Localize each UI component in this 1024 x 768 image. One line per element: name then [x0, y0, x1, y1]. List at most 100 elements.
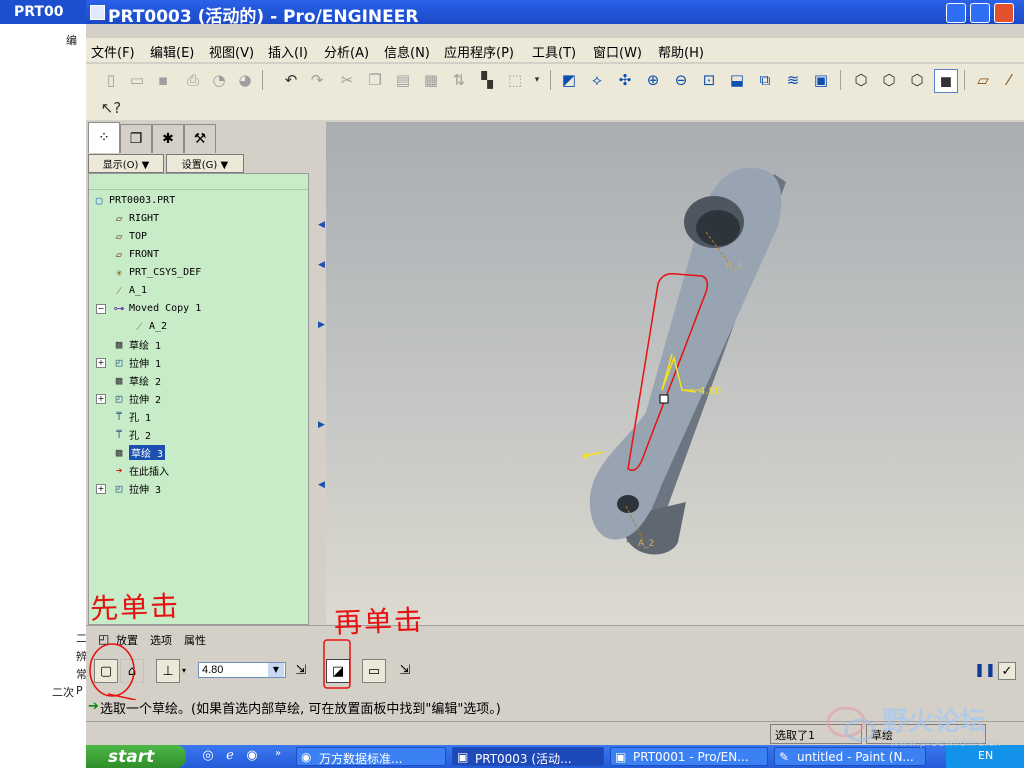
dimension-label[interactable]: 4.80 [699, 386, 721, 397]
menu-help[interactable]: 帮助(H) [658, 42, 704, 61]
maximize-button[interactable] [970, 3, 990, 23]
sketch-view-icon[interactable]: ◩ [558, 69, 580, 91]
undo-icon[interactable]: ↶ [280, 69, 302, 91]
language-indicator[interactable]: EN [978, 749, 993, 762]
no-hidden-icon[interactable]: ⬡ [906, 69, 928, 91]
send2-icon[interactable]: ◕ [234, 69, 256, 91]
taskbar-item-active[interactable]: ▣ PRT0003 (活动... [452, 747, 604, 766]
collapse-arrow-icon[interactable]: ◀ [318, 480, 325, 490]
tree-node-extrude3[interactable]: ◰ 拉伸 3 [111, 480, 161, 497]
firefox-icon[interactable]: ◉ [244, 748, 260, 764]
part-model[interactable]: 4.80 A_1 A_2 [326, 122, 1024, 625]
layers-icon[interactable]: ≋ [782, 69, 804, 91]
datum-icon[interactable]: ⟡ [586, 69, 608, 91]
start-button[interactable]: start [86, 745, 186, 768]
saved-views-icon[interactable]: ⧉ [754, 69, 776, 91]
tree-node-part[interactable]: ▢ PRT0003.PRT [91, 192, 176, 209]
tree-node-front[interactable]: ▱ FRONT [111, 246, 159, 263]
zoom-in-icon[interactable]: ⊕ [642, 69, 664, 91]
print-icon[interactable]: ⎙ [182, 69, 204, 91]
desktop-icon[interactable]: ◎ [200, 748, 216, 764]
tab-folder-browser[interactable]: ❐ [120, 124, 152, 153]
close-button[interactable] [994, 3, 1014, 23]
context-help-icon[interactable]: ↖? [100, 97, 122, 119]
tree-node-hole1[interactable]: ⍑ 孔 1 [111, 408, 151, 425]
tree-node-axis-a1[interactable]: ⁄ A_1 [111, 282, 147, 299]
collapse-arrow-icon[interactable]: ◀ [318, 220, 325, 230]
toolbar-separator [262, 70, 263, 90]
datum-planes-icon[interactable]: ▱ [972, 69, 994, 91]
cut-icon[interactable]: ✂ [336, 69, 358, 91]
datum-axes-icon[interactable]: ⁄ [998, 69, 1020, 91]
tree-node-insert-here[interactable]: ➔ 在此插入 [111, 462, 169, 479]
tree-node-sketch1[interactable]: ▩ 草绘 1 [111, 336, 161, 353]
new-icon[interactable]: ▯ [100, 69, 122, 91]
taskbar-item[interactable]: ▣ PRT0001 - Pro/EN... [610, 747, 768, 766]
find-icon[interactable]: ▚ [476, 69, 498, 91]
panel-splitter[interactable]: ◀ ◀ ▶ ▶ ◀ [316, 120, 326, 625]
show-dropdown[interactable]: 显示(O) ▼ [88, 154, 164, 173]
insert-here-icon: ➔ [115, 464, 123, 477]
drag-handle[interactable] [659, 394, 669, 404]
tree-node-extrude1[interactable]: ◰ 拉伸 1 [111, 354, 161, 371]
expand-icon[interactable]: + [96, 484, 106, 494]
spin-center-icon[interactable]: ✣ [614, 69, 636, 91]
paste-icon[interactable]: ▤ [392, 69, 414, 91]
tree-node-sketch3[interactable]: ▩ 草绘 3 [111, 444, 166, 461]
tree-node-axis-a2[interactable]: ⁄ A_2 [131, 318, 167, 335]
redo-icon[interactable]: ↷ [306, 69, 328, 91]
menu-file[interactable]: 文件(F) [91, 42, 135, 61]
settings-dropdown[interactable]: 设置(G) ▼ [166, 154, 244, 173]
tree-node-hole2[interactable]: ⍑ 孔 2 [111, 426, 151, 443]
wireframe-icon[interactable]: ⬡ [850, 69, 872, 91]
copy-icon[interactable]: ❐ [364, 69, 386, 91]
hidden-line-icon[interactable]: ⬡ [878, 69, 900, 91]
tree-node-sketch2[interactable]: ▩ 草绘 2 [111, 372, 161, 389]
open-icon[interactable]: ▭ [126, 69, 148, 91]
pause-button[interactable]: ❚❚ [974, 659, 996, 681]
axis-a2-label: A_2 [638, 539, 654, 549]
reorient-icon[interactable]: ⬓ [726, 69, 748, 91]
regenerate-icon[interactable]: ⇅ [448, 69, 470, 91]
tree-node-csys[interactable]: ✳ PRT_CSYS_DEF [111, 264, 202, 281]
collapse-arrow-icon[interactable]: ◀ [318, 260, 325, 270]
tab-model-tree[interactable]: ⁘ [88, 122, 120, 153]
tab-favorites[interactable]: ✱ [152, 124, 184, 153]
chevron-down-icon[interactable]: ▾ [526, 69, 548, 91]
tree-node-top[interactable]: ▱ TOP [111, 228, 147, 245]
expand-icon[interactable]: + [96, 394, 106, 404]
menu-analysis[interactable]: 分析(A) [324, 42, 369, 61]
taskbar-item[interactable]: ✎ untitled - Paint (N... [774, 747, 926, 766]
axis-a1-label: A_1 [726, 261, 742, 271]
graphics-window[interactable]: 4.80 A_1 A_2 [326, 122, 1024, 625]
chevron-right-icon[interactable]: » [270, 748, 286, 764]
tab-connections[interactable]: ⚒ [184, 124, 216, 153]
preview-checkbox[interactable]: ✓ [998, 662, 1016, 680]
menu-info[interactable]: 信息(N) [384, 42, 430, 61]
menu-window[interactable]: 窗口(W) [593, 42, 642, 61]
expand-icon[interactable]: + [96, 358, 106, 368]
paste-special-icon[interactable]: ▦ [420, 69, 442, 91]
save-icon[interactable]: ▪ [152, 69, 174, 91]
zoom-out-icon[interactable]: ⊖ [670, 69, 692, 91]
menu-view[interactable]: 视图(V) [209, 42, 254, 61]
shading-icon[interactable]: ◼ [934, 69, 958, 93]
collapse-icon[interactable]: − [96, 304, 106, 314]
expand-arrow-icon[interactable]: ▶ [318, 320, 325, 330]
menu-applications[interactable]: 应用程序(P) [444, 42, 514, 61]
tree-node-extrude2[interactable]: ◰ 拉伸 2 [111, 390, 161, 407]
menu-insert[interactable]: 插入(I) [268, 42, 308, 61]
select-box-icon[interactable]: ⬚ [504, 69, 526, 91]
tree-node-moved-copy[interactable]: ⊶ Moved Copy 1 [111, 300, 202, 317]
view-manager-icon[interactable]: ▣ [810, 69, 832, 91]
taskbar-item[interactable]: ◉ 万方数据标准... [296, 747, 446, 766]
ie-icon[interactable]: ℯ [222, 748, 238, 764]
menu-edit[interactable]: 编辑(E) [150, 42, 194, 61]
titlebar[interactable]: PRT0003 (活动的) - Pro/ENGINEER [86, 0, 1024, 27]
refit-icon[interactable]: ⊡ [698, 69, 720, 91]
expand-arrow-icon[interactable]: ▶ [318, 420, 325, 430]
tree-node-right[interactable]: ▱ RIGHT [111, 210, 159, 227]
send-icon[interactable]: ◔ [208, 69, 230, 91]
menu-tools[interactable]: 工具(T) [532, 42, 576, 61]
minimize-button[interactable] [946, 3, 966, 23]
